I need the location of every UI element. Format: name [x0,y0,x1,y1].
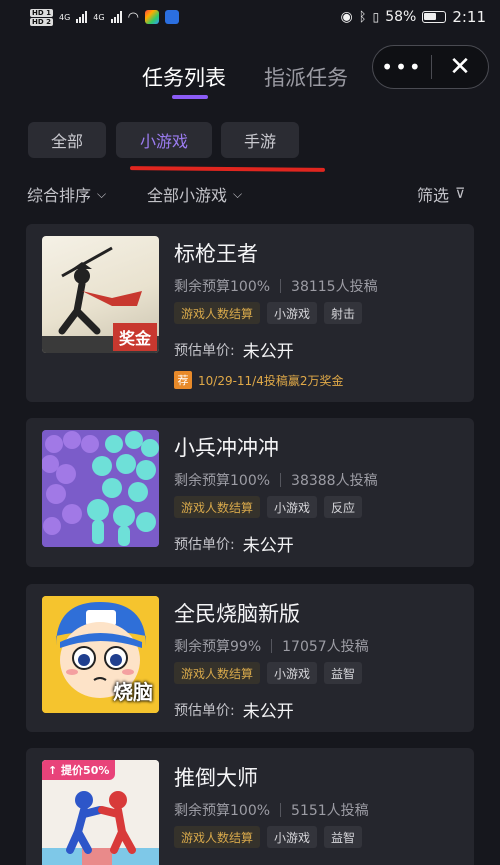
card-tags: 游戏人数结算 小游戏 反应 [174,496,363,518]
tag-genre: 射击 [324,302,363,324]
game-thumbnail: ↑ 提价50% [42,760,159,865]
filter-label: 筛选 [417,186,450,205]
sort-label: 综合排序 [27,186,92,205]
card-title: 推倒大师 [174,766,258,790]
network-type-2: 4G [93,12,105,22]
price-label: 预估单价: [174,702,235,719]
crowd-figures-icon [42,430,159,547]
card-title: 标枪王者 [174,242,258,266]
status-right: ◉ ᛒ ▯ 58% 2:11 [341,8,486,26]
tag-genre: 益智 [324,826,363,848]
price-value: 未公开 [242,342,294,362]
more-button[interactable]: ••• [373,55,431,79]
tag-settlement: 游戏人数结算 [174,826,261,848]
card-stats: 剩余预算100% 38115人投稿 [174,276,378,296]
category-all[interactable]: 全部 [28,122,106,158]
promo-text: 10/29-11/4投稿赢2万奖金 [198,373,344,388]
price-value: 未公开 [242,536,294,556]
card-stats: 剩余预算99% 17057人投稿 [174,636,369,656]
eye-icon: ◉ [340,9,353,25]
task-card[interactable]: 奖金 标枪王者 剩余预算100% 38115人投稿 游戏人数结算 小游戏 射击 … [26,224,474,402]
price-row: 预估单价: 未公开 [174,337,294,362]
submission-count: 17057人投稿 [282,639,369,655]
card-tags: 游戏人数结算 小游戏 益智 [174,826,363,848]
submission-count: 38115人投稿 [291,279,378,295]
submission-count: 5151人投稿 [291,803,369,819]
brain-badge: 烧脑 [113,680,153,704]
funnel-icon: ⊽ [455,186,466,202]
sort-dropdown[interactable]: 综合排序 ⌵ [27,182,106,206]
clock: 2:11 [452,8,486,26]
budget-remaining: 剩余预算99% [174,639,262,655]
vibrate-icon: ▯ [372,10,380,24]
tag-category: 小游戏 [267,302,318,324]
recommend-badge: 荐 [174,371,192,389]
price-label: 预估单价: [174,536,235,553]
task-card[interactable]: ↑ 提价50% 推倒大师 剩余预算100% 5151人投稿 游戏人数结算 小游戏… [26,748,474,865]
card-stats: 剩余预算100% 38388人投稿 [174,470,378,490]
hd1-label: HD 1 [30,8,53,17]
price-label: 预估单价: [174,342,235,359]
card-title: 全民烧脑新版 [174,602,300,626]
card-title: 小兵冲冲冲 [174,436,279,460]
status-left: HD 1 HD 2 4G 4G ◠ [30,8,179,26]
tab-assigned-tasks[interactable]: 指派任务 [264,62,348,92]
task-card[interactable]: 小兵冲冲冲 剩余预算100% 38388人投稿 游戏人数结算 小游戏 反应 预估… [26,418,474,567]
tag-category: 小游戏 [267,826,318,848]
tag-settlement: 游戏人数结算 [174,496,261,518]
category-mobile-games[interactable]: 手游 [221,122,299,158]
bluetooth-icon: ᛒ [358,9,367,25]
battery-percent: 58% [385,9,417,25]
mini-program-capsule: ••• ✕ [372,45,489,89]
tag-genre: 反应 [324,496,363,518]
hd2-label: HD 2 [30,17,53,26]
game-thumbnail: 烧脑 [42,596,159,713]
category-mini-games[interactable]: 小游戏 [116,122,212,158]
red-annotation-stroke [129,166,326,172]
budget-remaining: 剩余预算100% [174,279,271,295]
submission-count: 38388人投稿 [291,473,378,489]
tag-settlement: 游戏人数结算 [174,662,261,684]
game-thumbnail: 奖金 [42,236,159,353]
tab-task-list[interactable]: 任务列表 [142,62,226,92]
stats-divider [280,803,282,817]
promo-banner[interactable]: 荐 10/29-11/4投稿赢2万奖金 [174,371,344,389]
tag-genre: 益智 [324,662,363,684]
battery-icon [422,11,447,23]
game-thumbnail [42,430,159,547]
stats-divider [280,279,282,293]
card-tags: 游戏人数结算 小游戏 射击 [174,302,363,324]
scope-label: 全部小游戏 [147,186,228,205]
stats-divider [271,639,273,653]
tag-category: 小游戏 [267,662,318,684]
scope-dropdown[interactable]: 全部小游戏 ⌵ [147,182,242,206]
wifi-icon: ◠ [127,9,139,25]
signal-icon [76,11,88,23]
budget-remaining: 剩余预算100% [174,473,271,489]
price-increase-badge: ↑ 提价50% [42,760,116,780]
chevron-down-icon: ⌵ [97,186,107,201]
chevron-down-icon: ⌵ [233,186,243,201]
active-tab-indicator [172,95,208,99]
tag-category: 小游戏 [267,496,318,518]
price-row: 预估单价: 未公开 [174,697,294,722]
price-row: 预估单价: 未公开 [174,531,294,556]
hd-indicator: HD 1 HD 2 [30,8,53,26]
status-bar: HD 1 HD 2 4G 4G ◠ ◉ ᛒ ▯ 58% 2:11 [0,0,500,34]
signal-icon-2 [110,11,122,23]
budget-remaining: 剩余预算100% [174,803,271,819]
task-card[interactable]: 烧脑 全民烧脑新版 剩余预算99% 17057人投稿 游戏人数结算 小游戏 益智… [26,584,474,732]
app-notification-icon-2 [164,10,179,24]
card-tags: 游戏人数结算 小游戏 益智 [174,662,363,684]
stats-divider [280,473,282,487]
app-notification-icon [144,10,159,24]
price-value: 未公开 [242,702,294,722]
filter-button[interactable]: 筛选 ⊽ [417,182,465,206]
close-button[interactable]: ✕ [432,52,488,82]
tag-settlement: 游戏人数结算 [174,302,261,324]
bonus-badge: 奖金 [112,323,157,351]
network-type-1: 4G [58,12,71,22]
card-stats: 剩余预算100% 5151人投稿 [174,800,369,820]
